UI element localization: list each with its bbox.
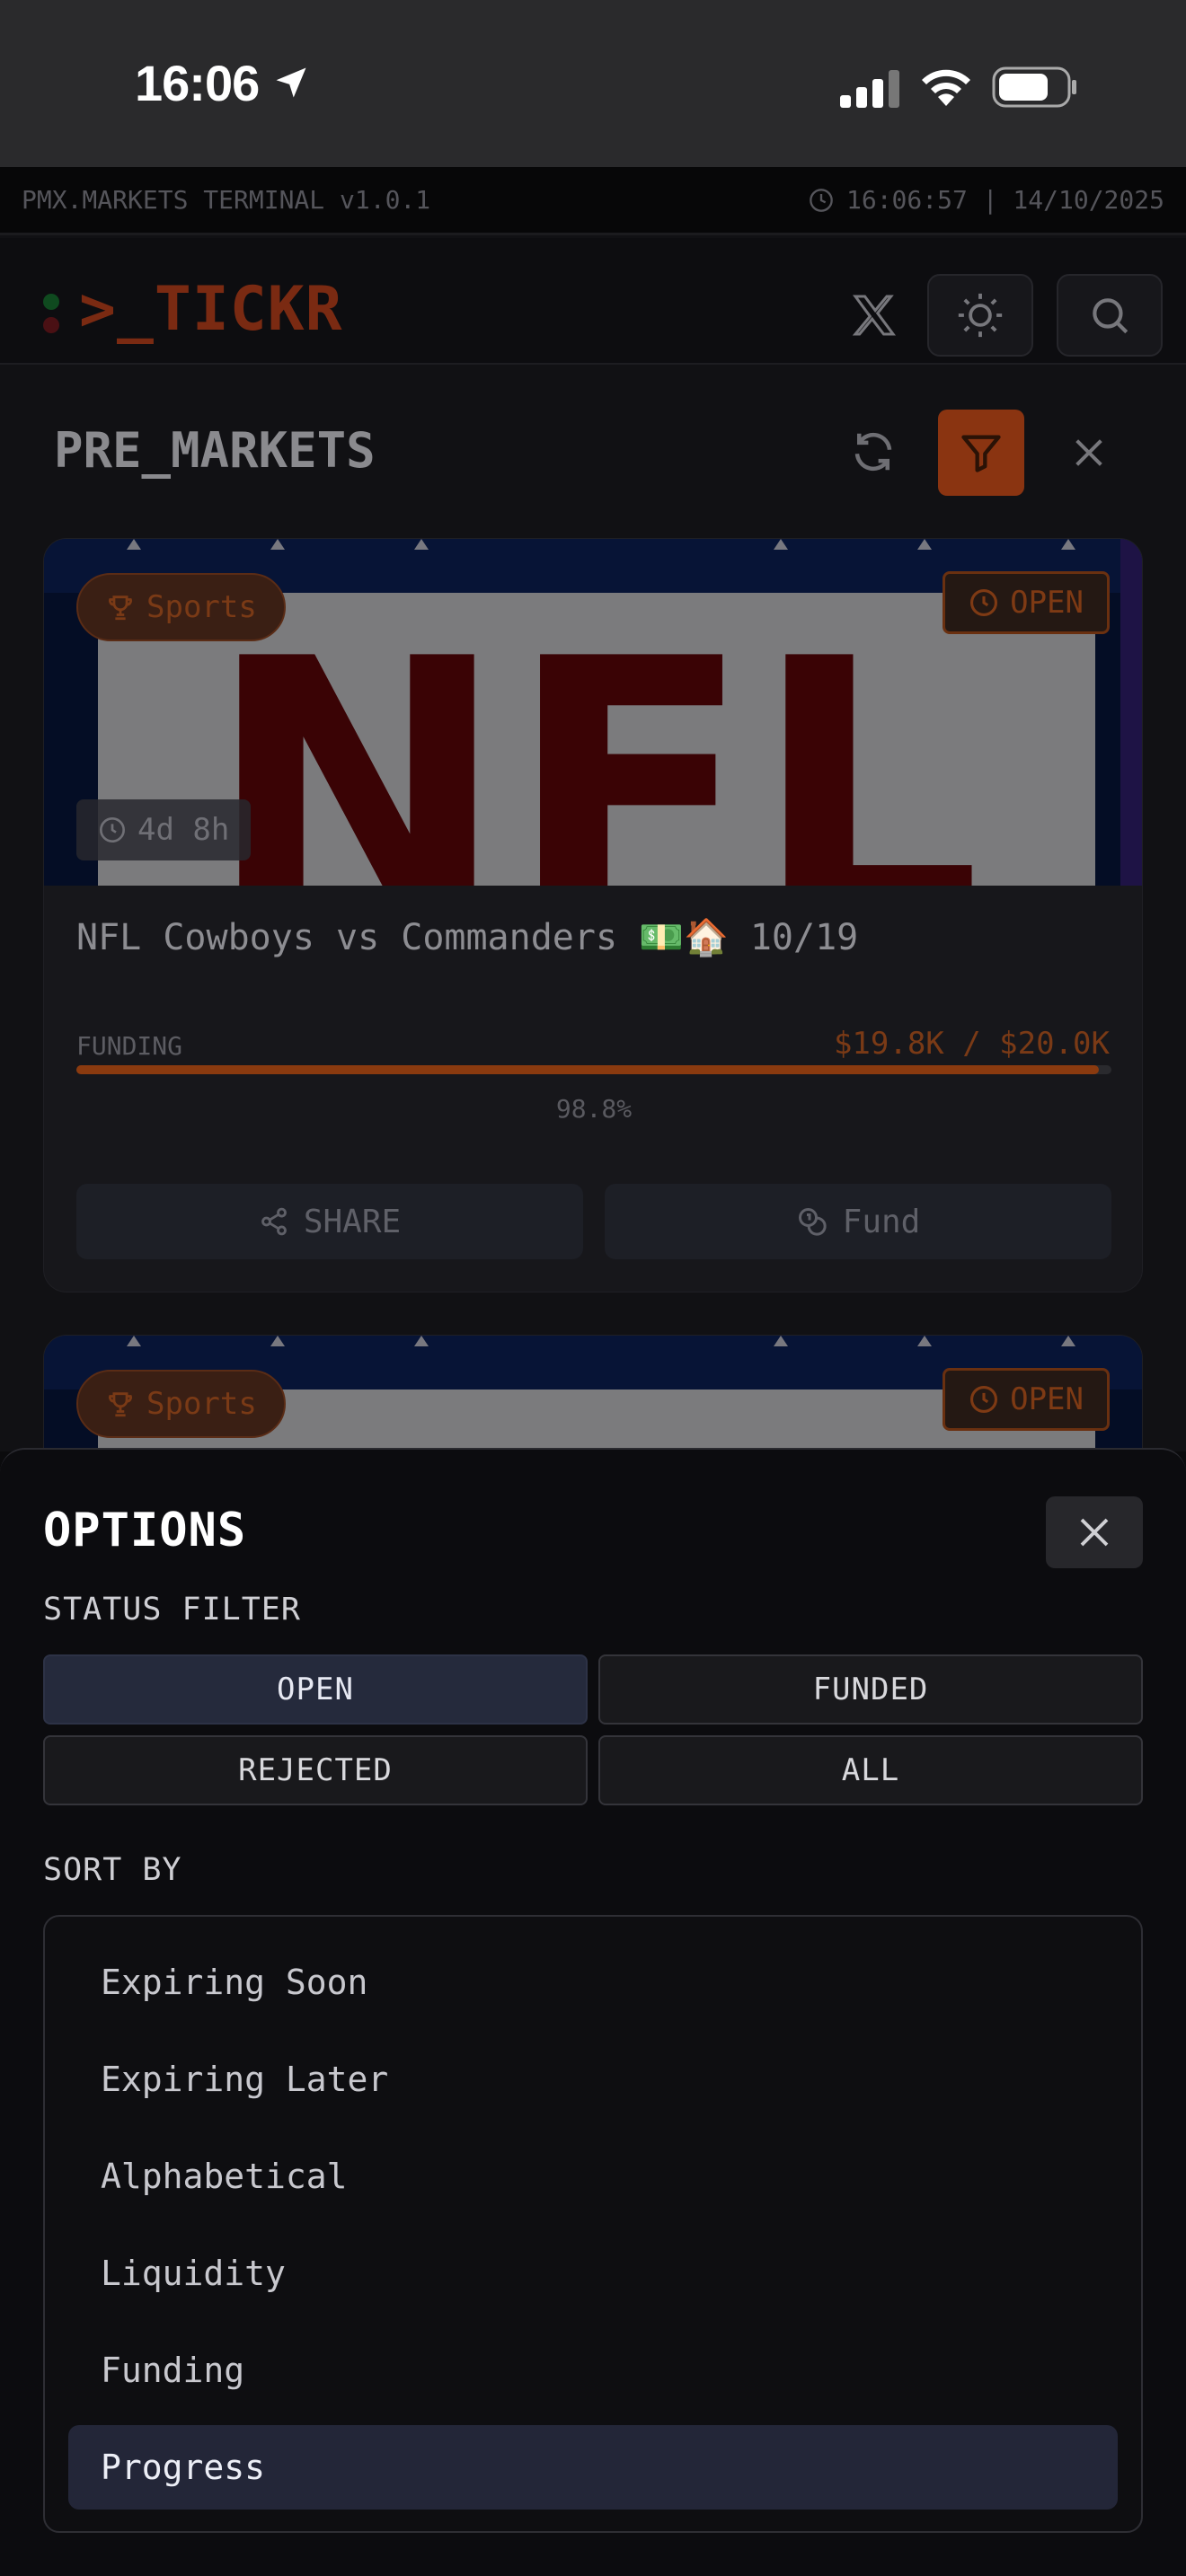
terminal-datetime: 16:06:57 | 14/10/2025 [809, 185, 1164, 215]
sort-option-progress[interactable]: Progress [68, 2425, 1118, 2510]
progress-percent: 98.8% [555, 1094, 633, 1124]
battery-icon [992, 66, 1076, 108]
search-button[interactable] [1057, 274, 1163, 357]
share-icon [261, 1207, 287, 1236]
close-options-button[interactable] [1046, 1496, 1143, 1568]
clock-icon [100, 817, 125, 842]
terminal-title: PMX.MARKETS TERMINAL v1.0.1 [22, 185, 431, 215]
x-logo-icon[interactable] [849, 290, 899, 340]
status-label: OPEN [1010, 1381, 1084, 1417]
share-button[interactable]: SHARE [76, 1184, 583, 1259]
logo-dots [43, 294, 59, 340]
sort-by-label: SORT BY [43, 1852, 182, 1888]
clock-icon [970, 588, 998, 617]
funding-progress-bar [76, 1065, 1111, 1074]
market-card[interactable]: NFL Sports OPEN 4d 8h NFL Cowboys vs Com… [43, 538, 1143, 1292]
funding-label: FUNDING [76, 1031, 183, 1061]
category-badge: Sports [76, 573, 286, 641]
section-title: PRE_MARKETS [54, 422, 376, 479]
status-filter-all[interactable]: ALL [598, 1735, 1143, 1805]
sort-option-liquidity[interactable]: Liquidity [68, 2231, 1118, 2316]
close-icon [1080, 1518, 1109, 1547]
filter-icon [961, 435, 1001, 472]
status-time: 16:06 [135, 55, 260, 111]
sort-option-funding[interactable]: Funding [68, 2328, 1118, 2413]
theme-toggle-button[interactable] [927, 274, 1033, 357]
time-left-text: 4d 8h [137, 812, 230, 848]
market-title: NFL Cowboys vs Commanders 💵🏠 10/19 [76, 917, 859, 958]
funding-progress-fill [76, 1065, 1100, 1074]
status-filter-funded[interactable]: FUNDED [598, 1654, 1143, 1725]
cellular-signal-icon [840, 70, 899, 108]
sort-option-expiring-soon[interactable]: Expiring Soon [68, 1940, 1118, 2025]
time-left-badge: 4d 8h [76, 799, 252, 860]
coins-icon [798, 1208, 827, 1236]
fund-button[interactable]: Fund [605, 1184, 1111, 1259]
status-filter-label: STATUS FILTER [43, 1592, 301, 1628]
terminal-datetime-text: 16:06:57 | 14/10/2025 [845, 185, 1164, 215]
category-badge: Sports [76, 1370, 286, 1438]
status-filter-rejected[interactable]: REJECTED [43, 1735, 588, 1805]
terminal-bar: PMX.MARKETS TERMINAL v1.0.1 16:06:57 | 1… [0, 167, 1186, 235]
search-icon [1093, 298, 1128, 334]
app-header: >_TICKR [0, 238, 1186, 365]
sort-options-list: Expiring Soon Expiring Later Alphabetica… [43, 1915, 1143, 2533]
share-label: SHARE [303, 1203, 402, 1240]
options-sheet: OPTIONS STATUS FILTER OPEN FUNDED REJECT… [0, 1448, 1186, 2576]
app-logo[interactable]: >_TICKR [79, 274, 343, 345]
clock-icon [810, 188, 833, 212]
sort-option-expiring-later[interactable]: Expiring Later [68, 2037, 1118, 2122]
refresh-icon[interactable] [849, 428, 898, 476]
close-icon[interactable] [1071, 435, 1107, 471]
options-title: OPTIONS [43, 1504, 247, 1557]
status-badge: OPEN [943, 571, 1110, 634]
category-label: Sports [146, 589, 257, 625]
status-badge: OPEN [943, 1368, 1110, 1431]
sun-icon [958, 293, 1003, 338]
filter-button[interactable] [938, 410, 1024, 496]
trophy-icon [109, 1392, 132, 1417]
app-background: PMX.MARKETS TERMINAL v1.0.1 16:06:57 | 1… [0, 167, 1186, 1694]
fund-label: Fund [842, 1203, 921, 1240]
status-label: OPEN [1010, 585, 1084, 621]
sort-option-alphabetical[interactable]: Alphabetical [68, 2134, 1118, 2219]
location-arrow-icon [276, 67, 306, 98]
trophy-icon [109, 595, 132, 621]
status-filter-open[interactable]: OPEN [43, 1654, 588, 1725]
wifi-icon [922, 69, 970, 106]
clock-icon [970, 1385, 998, 1414]
ios-status-bar: 16:06 [0, 0, 1186, 167]
category-label: Sports [146, 1386, 257, 1422]
funding-amount: $19.8K / $20.0K [833, 1026, 1110, 1062]
